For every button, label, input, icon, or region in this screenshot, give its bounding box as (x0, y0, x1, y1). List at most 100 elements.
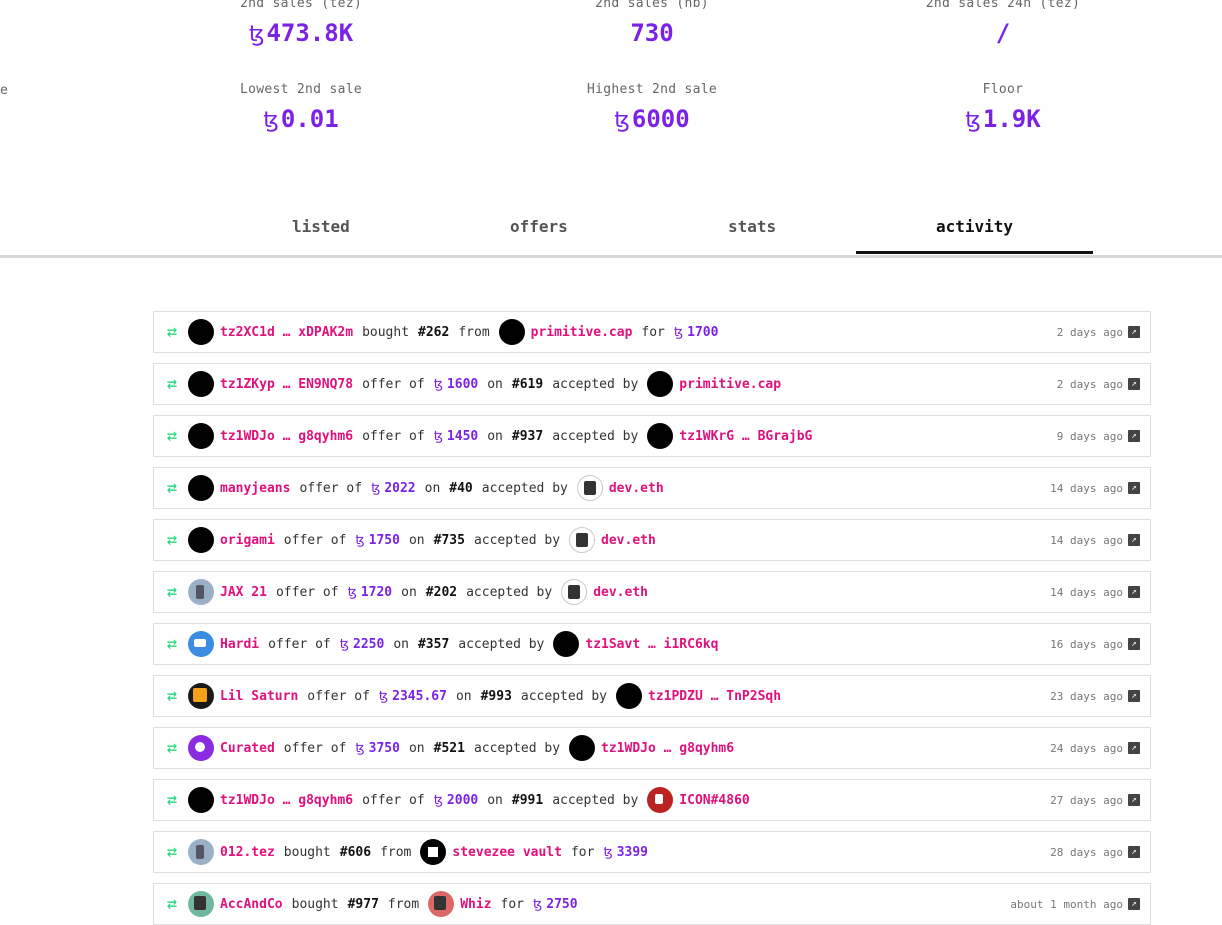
on-text: on (424, 480, 441, 496)
tab-activity[interactable]: activity (936, 217, 1013, 236)
external-link-icon[interactable]: ↗ (1128, 846, 1140, 858)
acceptor-link[interactable]: dev.eth (593, 585, 648, 600)
tab-stats[interactable]: stats (728, 217, 776, 236)
token-link[interactable]: #262 (418, 325, 449, 340)
avatar[interactable] (498, 319, 525, 345)
acceptor-link[interactable]: tz1WDJo … g8qyhm6 (601, 741, 734, 756)
acceptor-link[interactable]: tz1PDZU … TnP2Sqh (648, 689, 781, 704)
action-text: bought (362, 324, 410, 340)
avatar[interactable] (569, 735, 596, 761)
avatar[interactable] (188, 579, 214, 605)
from-text: from (380, 844, 412, 860)
offerer-link[interactable]: tz1WDJo … g8qyhm6 (220, 429, 353, 444)
token-link[interactable]: #735 (434, 533, 465, 548)
avatar[interactable] (188, 319, 214, 345)
token-link[interactable]: #993 (481, 689, 512, 704)
stat-label: Highest 2nd sale (586, 82, 718, 97)
timestamp-text: 27 days ago (1050, 793, 1123, 807)
buyer-link[interactable]: tz2XC1d … xDPAK2m (220, 325, 353, 340)
avatar[interactable] (188, 683, 214, 709)
stat-value: ꜩ1.9K (965, 105, 1041, 133)
avatar[interactable] (188, 371, 214, 397)
token-link[interactable]: #606 (340, 845, 371, 860)
seller-link[interactable]: primitive.cap (531, 325, 633, 340)
avatar[interactable] (188, 735, 214, 761)
avatar[interactable] (188, 631, 214, 657)
offerer-link[interactable]: Hardi (220, 637, 259, 652)
price: ꜩ 1450 (433, 428, 479, 444)
acceptor-link[interactable]: primitive.cap (679, 377, 781, 392)
avatar[interactable] (420, 839, 447, 865)
acceptor-link[interactable]: tz1WKrG … BGrajbG (679, 429, 812, 444)
tez-icon: ꜩ (355, 532, 365, 548)
acceptor-link[interactable]: tz1Savt … i1RC6kq (585, 637, 718, 652)
activity-row: ⇄ manyjeans offer of ꜩ 2022 on #40 accepted by d… (153, 467, 1151, 509)
avatar[interactable] (616, 683, 642, 709)
offerer-link[interactable]: Curated (220, 741, 275, 756)
stat-2nd-sales-24h: 2nd sales 24h (tez) / (853, 0, 1153, 47)
external-link-icon[interactable]: ↗ (1128, 534, 1140, 546)
offerer-link[interactable]: tz1ZKyp … EN9NQ78 (220, 377, 353, 392)
buyer-link[interactable]: 012.tez (220, 845, 275, 860)
tab-listed[interactable]: listed (292, 217, 350, 236)
acceptor-link[interactable]: ICON#4860 (679, 793, 749, 808)
avatar[interactable] (561, 579, 588, 605)
stat-label-cut: e (0, 83, 8, 98)
offerer-link[interactable]: manyjeans (220, 481, 290, 496)
external-link-icon[interactable]: ↗ (1128, 794, 1140, 806)
avatar[interactable] (647, 787, 674, 813)
token-link[interactable]: #977 (348, 897, 379, 912)
token-link[interactable]: #937 (512, 429, 543, 444)
external-link-icon[interactable]: ↗ (1128, 482, 1140, 494)
swap-icon: ⇄ (166, 842, 178, 862)
avatar[interactable] (569, 527, 596, 553)
offerer-link[interactable]: JAX 21 (220, 585, 267, 600)
tab-offers[interactable]: offers (510, 217, 568, 236)
action-text: offer of (275, 584, 339, 600)
external-link-icon[interactable]: ↗ (1128, 586, 1140, 598)
avatar[interactable] (647, 371, 674, 397)
action-text: offer of (362, 428, 425, 444)
accepted-by-text: accepted by (481, 480, 568, 496)
avatar[interactable] (188, 787, 214, 813)
active-tab-indicator (856, 251, 1093, 254)
token-link[interactable]: #202 (426, 585, 457, 600)
avatar[interactable] (188, 891, 214, 917)
offerer-link[interactable]: Lil Saturn (220, 689, 298, 704)
timestamp-text: 14 days ago (1050, 533, 1123, 547)
avatar[interactable] (553, 631, 580, 657)
external-link-icon[interactable]: ↗ (1128, 742, 1140, 754)
token-link[interactable]: #619 (512, 377, 543, 392)
seller-link[interactable]: stevezee vault (452, 845, 562, 860)
accepted-by-text: accepted by (458, 636, 545, 652)
external-link-icon[interactable]: ↗ (1128, 898, 1140, 910)
external-link-icon[interactable]: ↗ (1128, 378, 1140, 390)
avatar[interactable] (576, 475, 603, 501)
acceptor-link[interactable]: dev.eth (609, 481, 664, 496)
on-text: on (487, 792, 503, 808)
external-link-icon[interactable]: ↗ (1128, 690, 1140, 702)
avatar[interactable] (188, 527, 214, 553)
avatar[interactable] (188, 475, 214, 501)
token-link[interactable]: #521 (434, 741, 465, 756)
action-text: offer of (283, 740, 347, 756)
action-text: bought (291, 896, 339, 912)
avatar[interactable] (188, 839, 214, 865)
token-link[interactable]: #991 (512, 793, 543, 808)
avatar[interactable] (428, 891, 455, 917)
offerer-link[interactable]: tz1WDJo … g8qyhm6 (220, 793, 353, 808)
avatar[interactable] (647, 423, 674, 449)
external-link-icon[interactable]: ↗ (1128, 326, 1140, 338)
timestamp: 24 days ago ↗ (1050, 742, 1150, 755)
action-text: bought (283, 844, 331, 860)
external-link-icon[interactable]: ↗ (1128, 638, 1140, 650)
seller-link[interactable]: Whiz (460, 897, 491, 912)
activity-row: ⇄ JAX 21 offer of ꜩ 1720 on #202 accepted by dev… (153, 571, 1151, 613)
acceptor-link[interactable]: dev.eth (601, 533, 656, 548)
token-link[interactable]: #40 (449, 481, 472, 496)
buyer-link[interactable]: AccAndCo (220, 897, 283, 912)
external-link-icon[interactable]: ↗ (1128, 430, 1140, 442)
avatar[interactable] (188, 423, 214, 449)
token-link[interactable]: #357 (418, 637, 449, 652)
offerer-link[interactable]: origami (220, 533, 275, 548)
